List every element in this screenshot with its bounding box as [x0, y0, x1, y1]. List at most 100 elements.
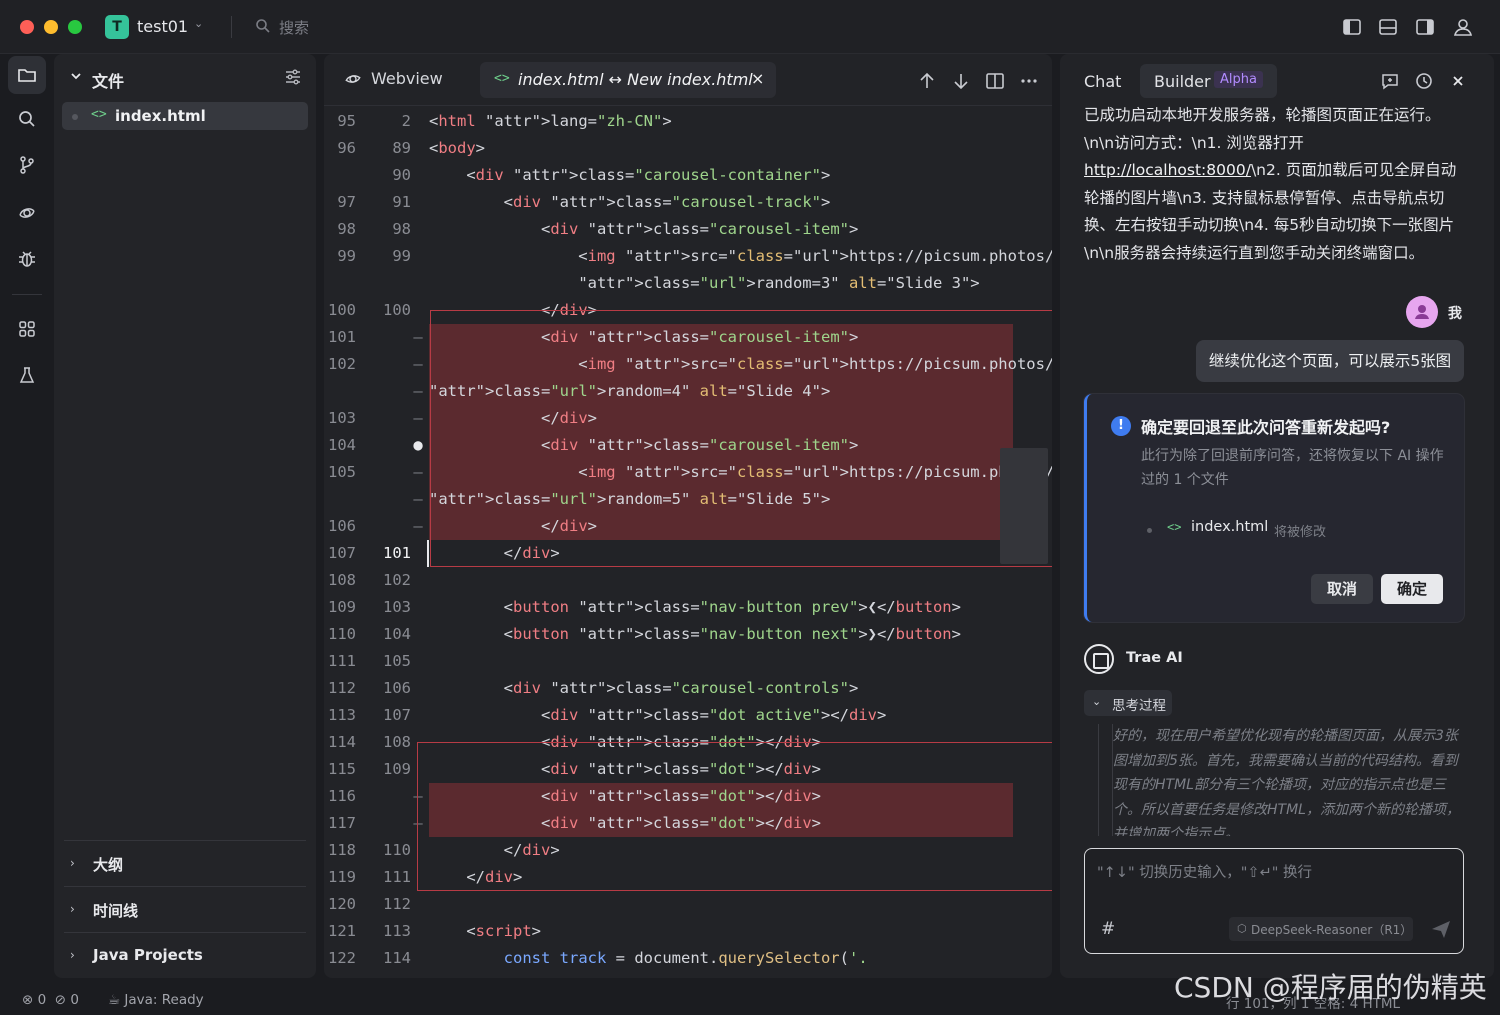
minimap-scroll-thumb[interactable] [1000, 448, 1048, 564]
close-window-button[interactable] [20, 20, 34, 34]
section-timeline[interactable]: › 时间线 [64, 886, 306, 932]
info-icon: ! [1111, 416, 1131, 436]
tab-diff-index-html[interactable]: <> index.html ↔ New index.html × [480, 62, 776, 98]
coffee-icon: ☕ [108, 992, 121, 1008]
affected-file-name[interactable]: index.html [1191, 519, 1268, 535]
lightbulb-icon[interactable]: ● [410, 432, 426, 459]
code-line[interactable]: 122 114 const track = document.querySelec… [324, 945, 1052, 972]
history-icon[interactable] [1413, 70, 1435, 92]
code-text[interactable]: <div "attr">class="dot active"></div> [429, 702, 886, 729]
code-line[interactable]: "attr">class="url">random=3" alt="Slide … [324, 270, 1052, 297]
code-line[interactable]: 90 <div "attr">class="carousel-container… [324, 162, 1052, 189]
code-text[interactable]: <div "attr">class="carousel-container"> [429, 162, 830, 189]
tab-builder[interactable]: Builder Alpha [1140, 64, 1277, 98]
extensions-icon[interactable] [8, 310, 46, 348]
diff-code-view[interactable]: 95 2 <html "attr">lang="zh-CN"> 96 89 <body> 9… [324, 106, 1052, 978]
user-message[interactable]: 继续优化这个页面，可以展示5张图 [1196, 340, 1464, 382]
remote-icon[interactable] [8, 194, 46, 232]
filter-settings-icon[interactable] [284, 68, 302, 90]
code-line[interactable]: 121 113 <script> [324, 918, 1052, 945]
project-badge[interactable]: T [105, 15, 129, 39]
code-line[interactable]: 111 105 [324, 648, 1052, 675]
old-line-number: 112 [328, 679, 356, 697]
context-hash-button[interactable]: # [1101, 919, 1115, 939]
arrow-up-icon[interactable] [916, 70, 938, 92]
chevron-down-icon[interactable] [70, 70, 82, 86]
assistant-message-text: 已成功启动本地开发服务器，轮播图页面正在运行。\n\n访问方式：\n1. 浏览器… [1084, 106, 1441, 152]
cancel-button[interactable]: 取消 [1311, 574, 1373, 604]
tab-webview[interactable]: Webview [371, 69, 443, 88]
alpha-badge: Alpha [1214, 71, 1263, 88]
arrow-down-icon[interactable] [950, 70, 972, 92]
new-line-number: 114 [383, 949, 411, 967]
activity-bar [0, 54, 54, 984]
java-status[interactable]: ☕ Java: Ready [108, 992, 204, 1008]
code-line[interactable]: 99 99 <img "attr">src="class="url">https:… [324, 243, 1052, 270]
code-text[interactable]: <body> [429, 135, 485, 162]
old-line-number: 108 [328, 571, 356, 589]
code-text[interactable]: "attr">class="url">random=3" alt="Slide … [429, 270, 979, 297]
old-line-number: 100 [328, 301, 356, 319]
tab-chat[interactable]: Chat [1084, 72, 1121, 91]
chat-input[interactable]: "↑↓" 切换历史输入，"⇧↵" 换行 # ⬡ DeepSeek-Reasone… [1084, 848, 1464, 954]
thinking-toggle-button[interactable]: ⌄ 思考过程 [1084, 690, 1172, 716]
send-icon[interactable] [1429, 917, 1453, 941]
model-selector[interactable]: ⬡ DeepSeek-Reasoner（R1） [1229, 917, 1413, 941]
localhost-link[interactable]: http://localhost:8000/ [1084, 161, 1251, 179]
code-text[interactable]: <div "attr">class="carousel-item"> [429, 216, 858, 243]
close-icon[interactable]: × [751, 69, 764, 88]
code-line[interactable]: 110 104 <button "attr">class="nav-button … [324, 621, 1052, 648]
code-line[interactable]: 96 89 <body> [324, 135, 1052, 162]
global-search-input[interactable]: 搜索 [279, 17, 309, 38]
old-line-number: 115 [328, 760, 356, 778]
toggle-bottom-panel-icon[interactable] [1377, 16, 1399, 38]
old-line-number: 109 [328, 598, 356, 616]
code-line[interactable]: 108 102 [324, 567, 1052, 594]
split-editor-icon[interactable] [984, 70, 1006, 92]
code-line[interactable]: 109 103 <button "attr">class="nav-button … [324, 594, 1052, 621]
search-icon[interactable] [8, 100, 46, 138]
search-icon[interactable] [255, 18, 271, 38]
code-text[interactable]: <button "attr">class="nav-button prev">❮… [429, 594, 961, 621]
old-line-number: 116 [328, 787, 356, 805]
code-line[interactable]: 98 98 <div "attr">class="carousel-item"> [324, 216, 1052, 243]
code-line[interactable]: 112 106 <div "attr">class="carousel-contr… [324, 675, 1052, 702]
code-text[interactable]: <html "attr">lang="zh-CN"> [429, 108, 672, 135]
title-bar: T test01 ⌄ 搜索 [0, 0, 1500, 54]
more-icon[interactable] [1018, 70, 1040, 92]
problems-indicator[interactable]: ⊗ 0 ⊘ 0 [22, 992, 79, 1008]
project-name[interactable]: test01 [137, 17, 188, 36]
code-line[interactable]: 120 112 [324, 891, 1052, 918]
code-text[interactable]: <div "attr">class="carousel-controls"> [429, 675, 859, 702]
chevron-down-icon[interactable]: ⌄ [194, 17, 203, 30]
testing-flask-icon[interactable] [8, 356, 46, 394]
section-java-projects[interactable]: › Java Projects [64, 932, 306, 978]
file-item-index-html[interactable]: <> index.html [62, 102, 308, 130]
minimize-window-button[interactable] [44, 20, 58, 34]
close-icon[interactable] [1447, 70, 1469, 92]
code-text[interactable]: <img "attr">src="class="url">https://pic… [429, 243, 1052, 270]
code-icon: <> [91, 107, 107, 122]
confirm-button[interactable]: 确定 [1381, 574, 1443, 604]
code-text[interactable]: const track = document.querySelector('. [429, 945, 868, 972]
debug-icon[interactable] [8, 240, 46, 278]
code-text[interactable]: <script> [429, 918, 541, 945]
rollback-confirm-dialog: ! 确定要回退至此次问答重新发起吗? 此行为除了回退前序问答，还将恢复以下 AI… [1084, 394, 1464, 622]
code-text[interactable]: <div "attr">class="carousel-track"> [429, 189, 831, 216]
maximize-window-button[interactable] [68, 20, 82, 34]
source-control-icon[interactable] [8, 146, 46, 184]
error-icon: ⊗ [22, 992, 34, 1008]
new-chat-icon[interactable] [1379, 70, 1401, 92]
new-line-number: 102 [383, 571, 411, 589]
code-text[interactable]: <button "attr">class="nav-button next">❯… [429, 621, 961, 648]
account-icon[interactable] [1452, 16, 1474, 38]
code-line[interactable]: 95 2 <html "attr">lang="zh-CN"> [324, 108, 1052, 135]
code-line[interactable]: 97 91 <div "attr">class="carousel-track"> [324, 189, 1052, 216]
section-outline[interactable]: › 大纲 [64, 840, 306, 886]
explorer-icon[interactable] [8, 56, 46, 94]
toggle-right-panel-icon[interactable] [1414, 16, 1436, 38]
toggle-left-panel-icon[interactable] [1341, 16, 1363, 38]
warning-icon: ⊘ [54, 992, 67, 1008]
code-icon: <> [1167, 520, 1182, 534]
code-line[interactable]: 113 107 <div "attr">class="dot active"></… [324, 702, 1052, 729]
